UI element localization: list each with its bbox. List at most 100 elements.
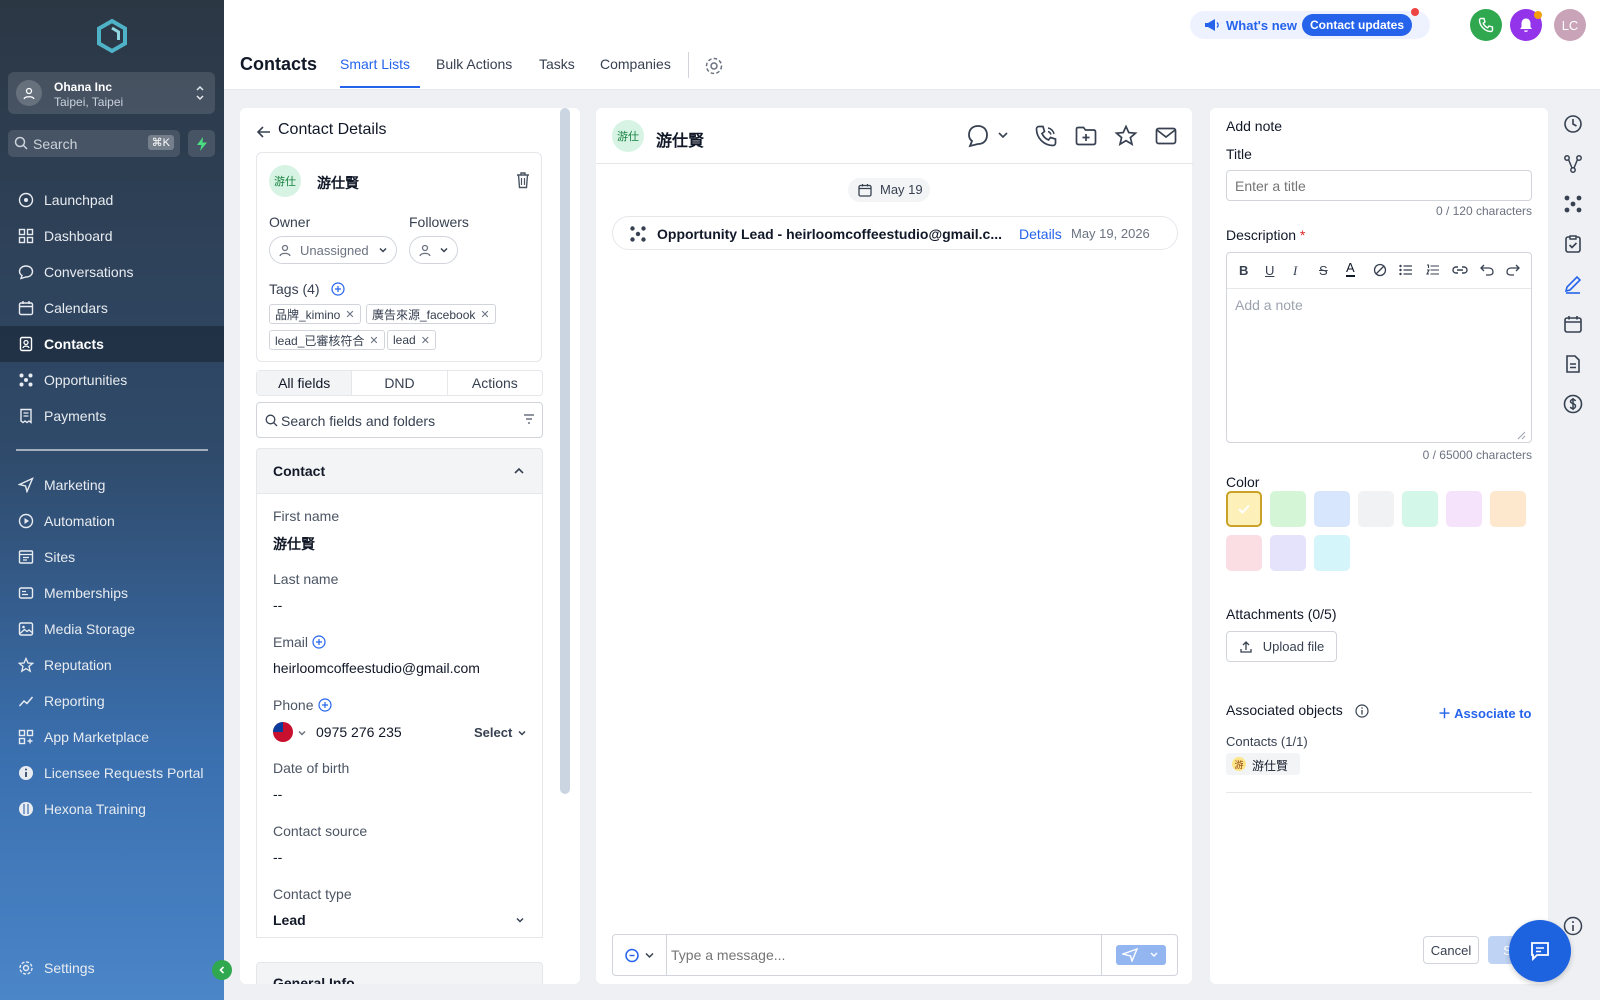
remove-tag-icon[interactable]: ✕ <box>345 308 354 321</box>
opportunity-details-link[interactable]: Details <box>1019 226 1062 242</box>
channel-select[interactable] <box>966 124 1010 148</box>
followers-select[interactable] <box>409 236 458 264</box>
sidebar-item-sites[interactable]: Sites <box>0 539 224 575</box>
info-icon[interactable] <box>1563 916 1583 936</box>
call-icon[interactable] <box>1034 124 1058 148</box>
sidebar-item-opportunities[interactable]: Opportunities <box>0 362 224 398</box>
color-swatch[interactable] <box>1446 491 1482 527</box>
color-swatch[interactable] <box>1270 535 1306 571</box>
filter-icon[interactable] <box>523 413 535 425</box>
send-button[interactable] <box>1116 945 1166 965</box>
first-name-value[interactable]: 游仕賢 <box>273 534 315 554</box>
tag-chip[interactable]: 品牌_kimino ✕ <box>269 304 361 324</box>
phone-type-select[interactable]: Select <box>474 725 512 740</box>
contact-source-value[interactable]: -- <box>273 849 282 865</box>
star-icon[interactable] <box>1114 124 1138 148</box>
field-search-input[interactable]: Search fields and folders <box>256 402 543 438</box>
tag-chip[interactable]: 廣告來源_facebook ✕ <box>366 304 496 324</box>
sidebar-item-dashboard[interactable]: Dashboard <box>0 218 224 254</box>
highlight-icon[interactable] <box>1373 263 1387 277</box>
last-name-value[interactable]: -- <box>273 597 282 613</box>
associated-contact-chip[interactable]: 游 游仕賢 <box>1226 753 1300 775</box>
sidebar-item-launchpad[interactable]: Launchpad <box>0 182 224 218</box>
sidebar-item-automation[interactable]: Automation <box>0 503 224 539</box>
tab-smart-lists[interactable]: Smart Lists <box>340 56 410 72</box>
workflow-icon[interactable] <box>1563 154 1583 174</box>
trash-icon[interactable] <box>515 171 531 189</box>
message-input[interactable] <box>671 941 1101 969</box>
sidebar-item-media-storage[interactable]: Media Storage <box>0 611 224 647</box>
color-swatch[interactable] <box>1402 491 1438 527</box>
sidebar-item-contacts[interactable]: Contacts <box>0 326 224 362</box>
sidebar-item-app-marketplace[interactable]: App Marketplace <box>0 719 224 755</box>
sidebar-item-payments[interactable]: Payments <box>0 398 224 434</box>
remove-tag-icon[interactable]: ✕ <box>421 334 430 347</box>
tag-chip[interactable]: lead ✕ <box>387 330 436 350</box>
link-icon[interactable] <box>1452 264 1468 276</box>
sidebar-item-conversations[interactable]: Conversations <box>0 254 224 290</box>
tab-actions[interactable]: Actions <box>448 371 542 395</box>
italic-icon[interactable]: I <box>1293 263 1297 279</box>
add-to-folder-icon[interactable] <box>1074 124 1098 148</box>
upload-file-button[interactable]: Upload file <box>1226 631 1337 662</box>
redo-icon[interactable] <box>1506 264 1520 276</box>
tag-chip[interactable]: lead_已審核符合 ✕ <box>269 330 385 350</box>
remove-tag-icon[interactable]: ✕ <box>369 334 378 347</box>
sidebar-item-settings[interactable]: Settings <box>0 950 224 986</box>
phone-button[interactable] <box>1470 9 1502 41</box>
email-value[interactable]: heirloomcoffeestudio@gmail.com <box>273 660 480 676</box>
taiwan-flag-icon[interactable] <box>273 722 293 742</box>
numbered-list-icon[interactable] <box>1426 264 1440 276</box>
undo-icon[interactable] <box>1480 264 1494 276</box>
back-arrow-icon[interactable] <box>256 124 272 140</box>
tab-all-fields[interactable]: All fields <box>257 371 353 395</box>
contact-updates-badge[interactable]: Contact updates <box>1302 14 1413 36</box>
color-swatch[interactable] <box>1490 491 1526 527</box>
dob-value[interactable]: -- <box>273 786 282 802</box>
calendar-icon[interactable] <box>1563 314 1583 334</box>
contact-section-header[interactable]: Contact <box>256 448 543 494</box>
color-swatch[interactable] <box>1270 491 1306 527</box>
tab-dnd[interactable]: DND <box>352 371 448 395</box>
cancel-button[interactable]: Cancel <box>1423 936 1479 964</box>
email-icon[interactable] <box>1154 124 1178 148</box>
sidebar-item-memberships[interactable]: Memberships <box>0 575 224 611</box>
history-icon[interactable] <box>1563 114 1583 134</box>
sidebar-item-hexona-training[interactable]: Hexona Training <box>0 791 224 827</box>
sidebar-item-marketing[interactable]: Marketing <box>0 467 224 503</box>
collapse-sidebar-button[interactable] <box>212 960 232 980</box>
add-tag-icon[interactable] <box>331 282 345 296</box>
bullet-list-icon[interactable] <box>1399 264 1413 276</box>
strikethrough-icon[interactable]: S <box>1319 263 1328 278</box>
phone-value[interactable]: 0975 276 235 <box>316 724 402 740</box>
bold-icon[interactable]: B <box>1239 263 1248 278</box>
notes-pen-icon[interactable] <box>1563 274 1583 294</box>
add-phone-icon[interactable] <box>318 698 332 712</box>
sidebar-item-reporting[interactable]: Reporting <box>0 683 224 719</box>
underline-icon[interactable]: U <box>1265 263 1274 278</box>
quick-actions-button[interactable] <box>188 130 215 157</box>
chat-widget-button[interactable] <box>1509 920 1571 982</box>
composer-channel-select[interactable] <box>613 935 667 975</box>
avatar[interactable]: LC <box>1554 9 1586 41</box>
color-swatch[interactable] <box>1314 535 1350 571</box>
opportunities-icon[interactable] <box>1563 194 1583 214</box>
sidebar-item-calendars[interactable]: Calendars <box>0 290 224 326</box>
account-switcher[interactable]: Ohana Inc Taipei, Taipei <box>8 72 215 114</box>
color-swatch[interactable] <box>1358 491 1394 527</box>
color-swatch[interactable] <box>1226 535 1262 571</box>
chevron-down-icon[interactable] <box>297 728 307 738</box>
general-info-section[interactable]: General Info <box>256 962 543 984</box>
dollar-icon[interactable] <box>1563 394 1583 414</box>
whats-new-banner[interactable]: What's new Contact updates <box>1190 11 1430 39</box>
sidebar-item-licensee-requests[interactable]: Licensee Requests Portal <box>0 755 224 791</box>
gear-icon[interactable] <box>704 56 724 76</box>
color-swatch[interactable] <box>1226 491 1262 527</box>
tab-companies[interactable]: Companies <box>600 56 671 72</box>
tasks-icon[interactable] <box>1563 234 1583 254</box>
note-description-editor[interactable]: B U I S A Add a note <box>1226 252 1532 443</box>
tab-bulk-actions[interactable]: Bulk Actions <box>436 56 512 72</box>
owner-select[interactable]: Unassigned <box>269 236 397 264</box>
color-swatch[interactable] <box>1314 491 1350 527</box>
remove-tag-icon[interactable]: ✕ <box>480 308 489 321</box>
